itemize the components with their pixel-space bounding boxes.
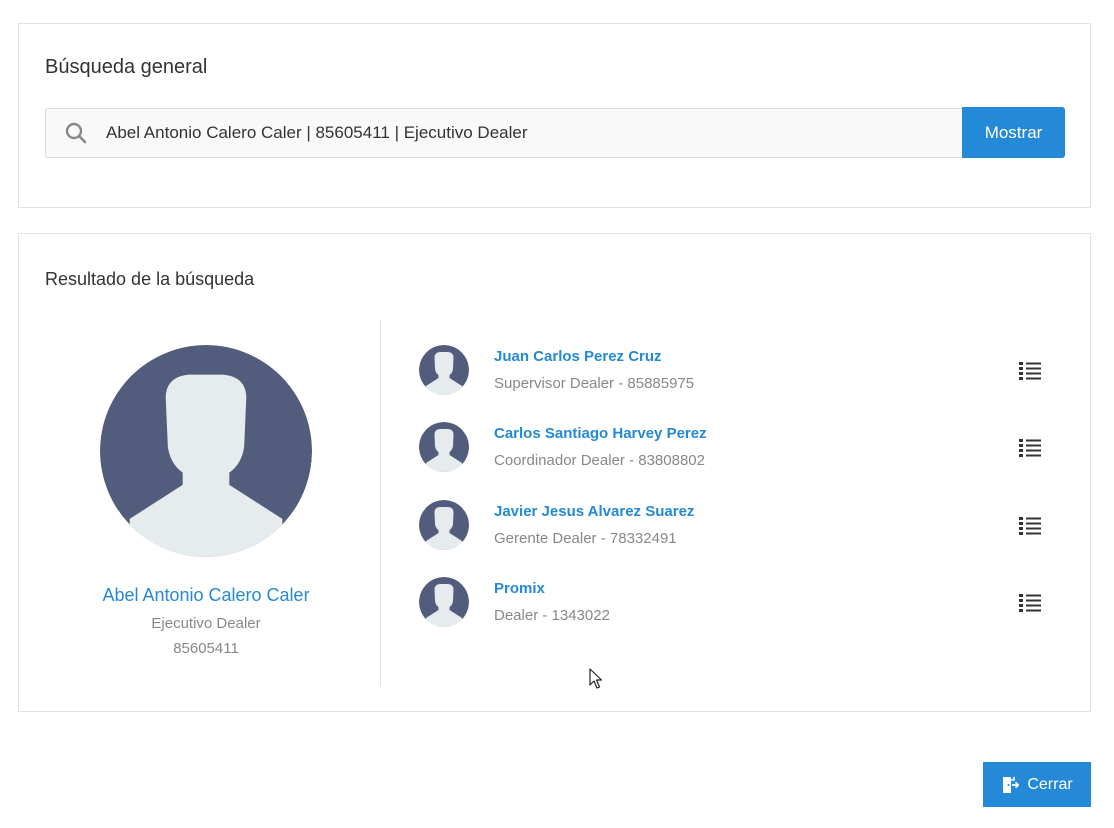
search-input[interactable] bbox=[106, 109, 946, 157]
close-button[interactable]: Cerrar bbox=[983, 762, 1091, 807]
person-role-code: Dealer - 1343022 bbox=[494, 607, 610, 624]
mouse-cursor-icon bbox=[589, 668, 603, 689]
exit-door-icon bbox=[1003, 776, 1020, 793]
search-title: Búsqueda general bbox=[45, 56, 208, 78]
main-person-name[interactable]: Abel Antonio Calero Caler bbox=[19, 585, 393, 606]
person-role-code: Gerente Dealer - 78332491 bbox=[494, 530, 677, 547]
close-button-label: Cerrar bbox=[1027, 775, 1073, 793]
results-title: Resultado de la búsqueda bbox=[45, 269, 255, 289]
main-person-code: 85605411 bbox=[173, 640, 239, 657]
person-role-code: Supervisor Dealer - 85885975 bbox=[494, 375, 695, 392]
list-details-icon[interactable] bbox=[1019, 516, 1041, 536]
results-card: Resultado de la búsqueda Abel Antonio Ca… bbox=[18, 233, 1091, 712]
list-details-icon[interactable] bbox=[1019, 361, 1041, 381]
list-details-icon[interactable] bbox=[1019, 438, 1041, 458]
list-details-icon[interactable] bbox=[1019, 593, 1041, 613]
person-name[interactable]: Carlos Santiago Harvey Perez bbox=[494, 425, 707, 442]
person-name[interactable]: Javier Jesus Alvarez Suarez bbox=[494, 503, 694, 520]
person-avatar bbox=[419, 422, 469, 472]
person-list-item: Carlos Santiago Harvey Perez Coordinador … bbox=[419, 422, 1059, 482]
divider bbox=[380, 320, 381, 686]
person-avatar bbox=[419, 345, 469, 395]
person-avatar bbox=[419, 500, 469, 550]
search-bar[interactable] bbox=[45, 108, 963, 158]
person-role-code: Coordinador Dealer - 83808802 bbox=[494, 452, 705, 469]
person-avatar bbox=[419, 577, 469, 627]
person-list-item: Javier Jesus Alvarez Suarez Gerente Deale… bbox=[419, 500, 1059, 560]
show-button[interactable]: Mostrar bbox=[962, 107, 1065, 158]
main-avatar bbox=[100, 345, 312, 557]
person-list-item: Juan Carlos Perez Cruz Supervisor Dealer … bbox=[419, 345, 1059, 405]
person-name[interactable]: Juan Carlos Perez Cruz bbox=[494, 348, 662, 365]
search-card: Búsqueda general Mostrar bbox=[18, 23, 1091, 208]
main-person-role: Ejecutivo Dealer bbox=[151, 615, 261, 632]
search-icon bbox=[65, 122, 87, 144]
person-list-item: Promix Dealer - 1343022 bbox=[419, 577, 1059, 637]
person-name[interactable]: Promix bbox=[494, 580, 545, 597]
